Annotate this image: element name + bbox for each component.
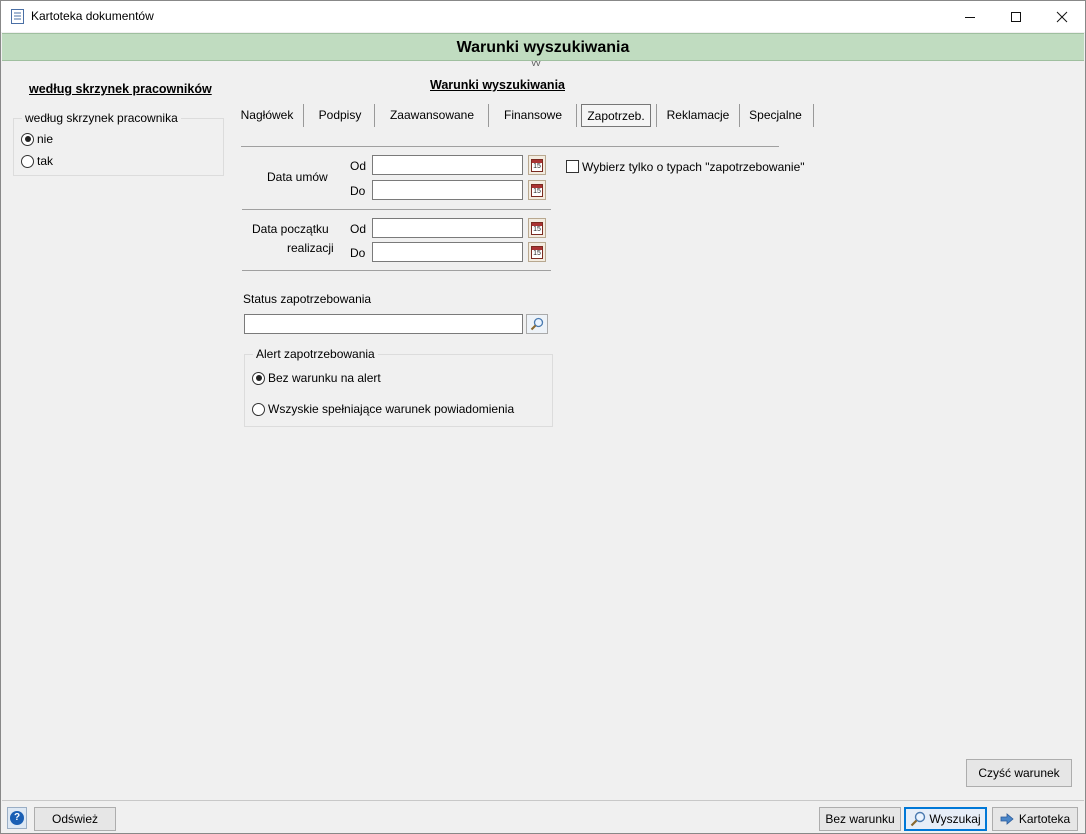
- alert-group-legend: Alert zapotrzebowania: [253, 347, 378, 361]
- tab-separator: [576, 104, 577, 127]
- tab-separator: [813, 104, 814, 127]
- status-lookup-button[interactable]: [526, 314, 548, 334]
- help-button[interactable]: ?: [7, 807, 27, 829]
- search-conditions-header: Warunki wyszukiwania: [2, 33, 1084, 61]
- maximize-icon: [1011, 11, 1021, 22]
- radio-button[interactable]: [21, 132, 34, 146]
- kartoteka-button-label: Kartoteka: [1018, 812, 1071, 826]
- start-date-from-input[interactable]: [372, 218, 523, 238]
- radio-option-all-meeting-condition[interactable]: Wszyskie spełniające warunek powiadomien…: [252, 402, 514, 416]
- tab-naglowek[interactable]: Nagłówek: [236, 104, 298, 127]
- tab-zapotrzeb[interactable]: Zapotrzeb.: [581, 104, 651, 127]
- radio-button[interactable]: [252, 402, 265, 416]
- header-title: Warunki wyszukiwania: [456, 39, 630, 56]
- no-condition-button[interactable]: Bez warunku: [819, 807, 901, 831]
- tab-content-divider: [241, 146, 779, 147]
- calendar-icon: 15: [531, 158, 543, 172]
- radio-button[interactable]: [252, 371, 265, 385]
- minimize-icon: [965, 16, 975, 18]
- radio-label: nie: [37, 132, 54, 146]
- search-icon: [911, 811, 926, 827]
- magnifier-icon: [530, 317, 544, 331]
- title-bar: Kartoteka dokumentów: [1, 1, 1085, 32]
- radio-option-nie[interactable]: nie: [21, 132, 53, 146]
- main-panel-title: Warunki wyszukiwania: [430, 78, 565, 92]
- status-label: Status zapotrzebowania: [243, 292, 372, 306]
- tab-podpisy[interactable]: Podpisy: [311, 104, 369, 127]
- minimize-button[interactable]: [947, 1, 993, 32]
- contract-date-to-label: Do: [350, 184, 366, 198]
- radio-label: Wszyskie spełniające warunek powiadomien…: [268, 402, 515, 416]
- app-window: Kartoteka dokumentów Warunki wyszukiwani…: [0, 0, 1086, 834]
- radio-button[interactable]: [21, 154, 34, 168]
- clear-conditions-button[interactable]: Czyść warunek: [966, 759, 1072, 787]
- search-button[interactable]: Wyszukaj: [904, 807, 987, 831]
- left-panel-title: według skrzynek pracowników: [29, 82, 212, 96]
- search-button-label: Wyszukaj: [929, 812, 981, 826]
- contract-date-label: Data umów: [267, 170, 328, 184]
- kartoteka-button[interactable]: Kartoteka: [992, 807, 1078, 831]
- radio-label: Bez warunku na alert: [268, 371, 381, 385]
- start-date-label-line1: Data początku: [252, 222, 329, 236]
- contract-date-from-label: Od: [350, 159, 367, 173]
- start-date-label-line2: realizacji: [287, 241, 334, 255]
- section-divider: [242, 270, 551, 271]
- section-divider: [242, 209, 551, 210]
- radio-option-tak[interactable]: tak: [21, 154, 53, 168]
- tab-reklamacje[interactable]: Reklamacje: [663, 104, 733, 127]
- alert-group: Alert zapotrzebowania: [244, 347, 553, 427]
- arrow-right-icon: [1000, 813, 1014, 825]
- contract-date-from-calendar-button[interactable]: 15: [528, 155, 546, 175]
- tab-specjalne[interactable]: Specjalne: [744, 104, 807, 127]
- help-icon: ?: [10, 811, 24, 825]
- calendar-icon: 15: [531, 221, 543, 235]
- maximize-button[interactable]: [993, 1, 1039, 32]
- employee-boxes-legend: według skrzynek pracownika: [22, 111, 181, 125]
- start-date-from-label: Od: [350, 222, 367, 236]
- tab-separator: [739, 104, 740, 127]
- tab-separator: [374, 104, 375, 127]
- radio-option-no-alert-condition[interactable]: Bez warunku na alert: [252, 371, 381, 385]
- splitter-handle[interactable]: vv: [529, 59, 543, 68]
- radio-label: tak: [37, 154, 54, 168]
- refresh-button[interactable]: Odśwież: [34, 807, 116, 831]
- document-icon: [11, 9, 24, 24]
- calendar-icon: 15: [531, 245, 543, 259]
- start-date-to-label: Do: [350, 246, 366, 260]
- only-types-label: Wybierz tylko o typach "zapotrzebowanie": [582, 160, 805, 174]
- start-date-to-input[interactable]: [372, 242, 523, 262]
- calendar-icon: 15: [531, 183, 543, 197]
- contract-date-from-input[interactable]: [372, 155, 523, 175]
- tab-zaawansowane[interactable]: Zaawansowane: [382, 104, 482, 127]
- window-title: Kartoteka dokumentów: [31, 9, 154, 23]
- close-icon: [1056, 11, 1068, 22]
- tab-separator: [488, 104, 489, 127]
- tab-separator: [656, 104, 657, 127]
- tab-separator: [303, 104, 304, 127]
- footer-divider: [2, 800, 1084, 801]
- close-button[interactable]: [1039, 1, 1085, 32]
- status-input[interactable]: [244, 314, 523, 334]
- tab-finansowe[interactable]: Finansowe: [496, 104, 570, 127]
- start-date-from-calendar-button[interactable]: 15: [528, 218, 546, 238]
- start-date-to-calendar-button[interactable]: 15: [528, 242, 546, 262]
- contract-date-to-calendar-button[interactable]: 15: [528, 180, 546, 200]
- only-types-checkbox[interactable]: [566, 160, 579, 173]
- contract-date-to-input[interactable]: [372, 180, 523, 200]
